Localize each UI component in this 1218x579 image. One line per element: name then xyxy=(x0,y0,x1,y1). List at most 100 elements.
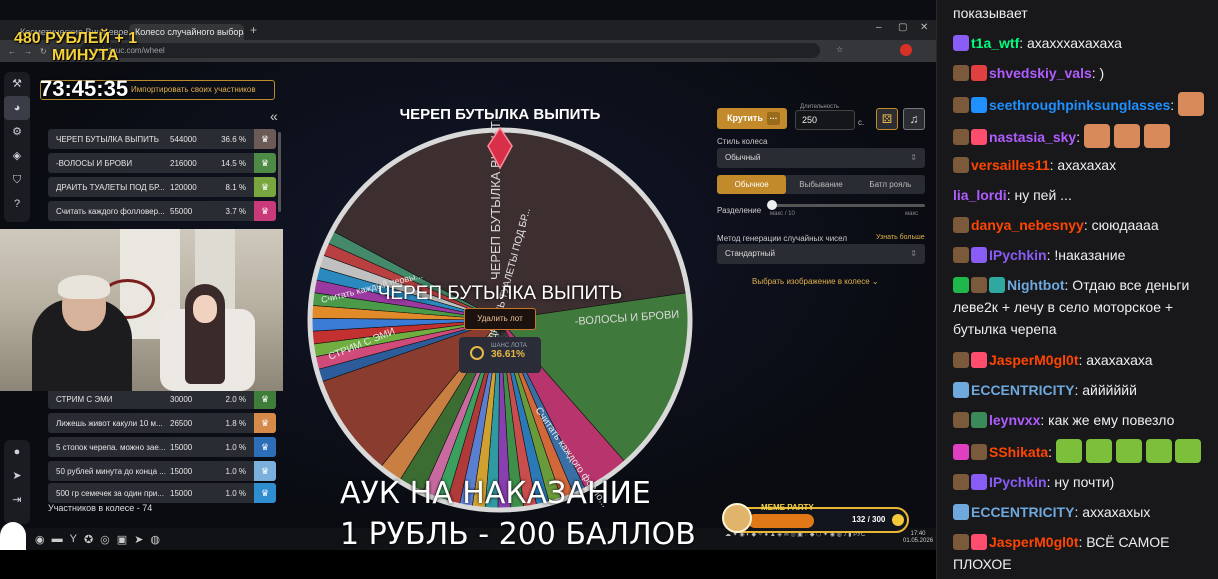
spin-button[interactable]: Крутить ··· xyxy=(717,108,787,129)
emote-icon[interactable] xyxy=(1055,439,1082,463)
chat-badge-icon[interactable] xyxy=(953,129,969,145)
obs-icon[interactable]: ◍ xyxy=(150,533,160,546)
generation-select[interactable]: Стандартный ⇕ xyxy=(717,244,925,264)
chat-username[interactable]: JasperM0gl0t xyxy=(989,534,1078,550)
trophy-icon[interactable]: ♛ xyxy=(254,153,276,173)
game-icon[interactable]: ✪ xyxy=(84,533,93,546)
trophy-icon[interactable]: ♛ xyxy=(254,461,276,481)
steam-icon[interactable]: ◉ xyxy=(35,533,45,546)
help-icon[interactable]: ? xyxy=(4,192,30,216)
duration-input[interactable]: 250 xyxy=(795,110,855,130)
chat-username[interactable]: versailles11 xyxy=(971,157,1050,173)
chat-username[interactable]: leynvxx xyxy=(989,412,1040,428)
chat-badge-icon[interactable] xyxy=(971,352,987,368)
chrome-icon[interactable]: ◎ xyxy=(100,533,110,546)
lot-row[interactable]: ДРАИТЬ ТУАЛЕТЫ ПОД БР... 120000 8.1 % ♛ xyxy=(48,177,276,197)
trophy-icon[interactable]: ♛ xyxy=(254,437,276,457)
lot-row[interactable]: СТРИМ С ЭМИ 30000 2.0 % ♛ xyxy=(48,389,276,409)
chat-username[interactable]: IPychkin xyxy=(989,247,1047,263)
chat-badge-icon[interactable] xyxy=(989,277,1005,293)
emote-icon[interactable] xyxy=(1083,124,1110,148)
chat-badge-icon[interactable] xyxy=(953,247,969,263)
chat-badge-icon[interactable] xyxy=(953,444,969,460)
trophy-icon[interactable]: ♛ xyxy=(254,129,276,149)
split-slider-handle[interactable] xyxy=(767,200,777,210)
yandex-icon[interactable]: Y xyxy=(70,533,77,545)
logout-icon[interactable]: ⇥ xyxy=(4,488,30,512)
chat-badge-icon[interactable] xyxy=(953,277,969,293)
chat-username[interactable]: SShikata xyxy=(989,444,1048,460)
split-slider-track[interactable] xyxy=(770,204,925,207)
new-tab-icon[interactable]: + xyxy=(250,23,257,37)
hammer-icon[interactable]: ⚒ xyxy=(4,72,30,96)
chat-username[interactable]: t1a_wtf xyxy=(971,35,1019,51)
emote-icon[interactable] xyxy=(1145,439,1172,463)
chat-badge-icon[interactable] xyxy=(953,352,969,368)
maximize-icon[interactable]: ▢ xyxy=(898,22,907,33)
folder-icon[interactable]: ▬ xyxy=(52,533,63,545)
chat-badge-icon[interactable] xyxy=(953,35,969,51)
emote-icon[interactable] xyxy=(1143,124,1170,148)
trophy-icon[interactable]: ♛ xyxy=(254,177,276,197)
shield-icon[interactable]: ⛉ xyxy=(4,168,30,192)
music-icon[interactable]: ♫ xyxy=(903,108,925,130)
chat-username[interactable]: IPychkin xyxy=(989,474,1047,490)
lot-row[interactable]: 50 рублей минута до конца ... 15000 1.0 % ♛ xyxy=(48,461,276,481)
chat-username[interactable]: seethroughpinksunglasses xyxy=(989,97,1170,113)
lot-row[interactable]: ЧЕРЕП БУТЫЛКА ВЫПИТЬ 544000 36.6 % ♛ xyxy=(48,129,276,149)
telegram-taskbar-icon[interactable]: ➤ xyxy=(134,533,143,546)
chat-badge-icon[interactable] xyxy=(953,412,969,428)
layers-icon[interactable]: ◈ xyxy=(4,144,30,168)
tab-battle-royale[interactable]: Батл рояль xyxy=(856,175,925,194)
url-field[interactable]: pointauc.com/wheel xyxy=(80,43,820,58)
lot-row[interactable]: 5 стопок черепа. можно зае... 15000 1.0 % ♛ xyxy=(48,437,276,457)
chat-badge-icon[interactable] xyxy=(971,129,987,145)
chat-badge-icon[interactable] xyxy=(953,474,969,490)
chat-username[interactable]: lia_lordi xyxy=(953,187,1007,203)
chat-username[interactable]: shvedskiy_vals xyxy=(989,65,1092,81)
tab-normal[interactable]: Обычное xyxy=(717,175,787,194)
chat-badge-icon[interactable] xyxy=(971,65,987,81)
chat-badge-icon[interactable] xyxy=(971,412,987,428)
close-window-icon[interactable]: ✕ xyxy=(920,22,928,33)
app-icon[interactable]: ▣ xyxy=(117,533,127,546)
chat-username[interactable]: Nightbot xyxy=(1007,277,1065,293)
dice-icon[interactable]: ⚄ xyxy=(876,108,898,130)
lot-row[interactable]: Считать каждого фолловер... 55000 3.7 % ♛ xyxy=(48,201,276,221)
emote-icon[interactable] xyxy=(1175,439,1202,463)
choose-image-link[interactable]: Выбрать изображение в колесе ⌄ xyxy=(752,277,879,286)
trophy-icon[interactable]: ♛ xyxy=(254,483,276,503)
chat-badge-icon[interactable] xyxy=(953,534,969,550)
chat-username[interactable]: ECCENTRICITY xyxy=(971,382,1074,398)
emote-icon[interactable] xyxy=(1085,439,1112,463)
lot-row[interactable]: Лижешь живот какули 10 м... 26500 1.8 % ♛ xyxy=(48,413,276,433)
chat-badge-icon[interactable] xyxy=(953,97,969,113)
chat-badge-icon[interactable] xyxy=(971,534,987,550)
tab-elimination[interactable]: Выбывание xyxy=(786,175,855,194)
lot-row[interactable]: 500 гр семечек за один при... 15000 1.0 % ♛ xyxy=(48,483,276,503)
profile-avatar[interactable] xyxy=(900,44,912,56)
chat-badge-icon[interactable] xyxy=(953,157,969,173)
wheel-icon[interactable]: ◕ xyxy=(4,96,30,120)
chat-badge-icon[interactable] xyxy=(953,382,969,398)
chat-badge-icon[interactable] xyxy=(971,474,987,490)
learn-more-link[interactable]: Узнать больше xyxy=(876,234,925,241)
chat-username[interactable]: danya_nebesnyy xyxy=(971,217,1084,233)
emote-icon[interactable] xyxy=(1113,124,1140,148)
star-icon[interactable]: ☆ xyxy=(836,45,843,54)
chat-badge-icon[interactable] xyxy=(971,247,987,263)
trophy-icon[interactable]: ♛ xyxy=(254,201,276,221)
more-icon[interactable]: ··· xyxy=(767,112,780,125)
delete-lot-button[interactable]: Удалить лот xyxy=(464,308,536,330)
style-select[interactable]: Обычный ⇕ xyxy=(717,148,925,168)
trophy-icon[interactable]: ♛ xyxy=(254,389,276,409)
emote-icon[interactable] xyxy=(1178,92,1205,116)
chat-username[interactable]: ECCENTRICITY xyxy=(971,504,1074,520)
minimize-icon[interactable]: – xyxy=(876,22,882,33)
chat-badge-icon[interactable] xyxy=(971,97,987,113)
chat-badge-icon[interactable] xyxy=(953,65,969,81)
emote-icon[interactable] xyxy=(1115,439,1142,463)
chat-badge-icon[interactable] xyxy=(953,217,969,233)
collapse-icon[interactable]: « xyxy=(270,108,278,124)
chat-badge-icon[interactable] xyxy=(971,444,987,460)
